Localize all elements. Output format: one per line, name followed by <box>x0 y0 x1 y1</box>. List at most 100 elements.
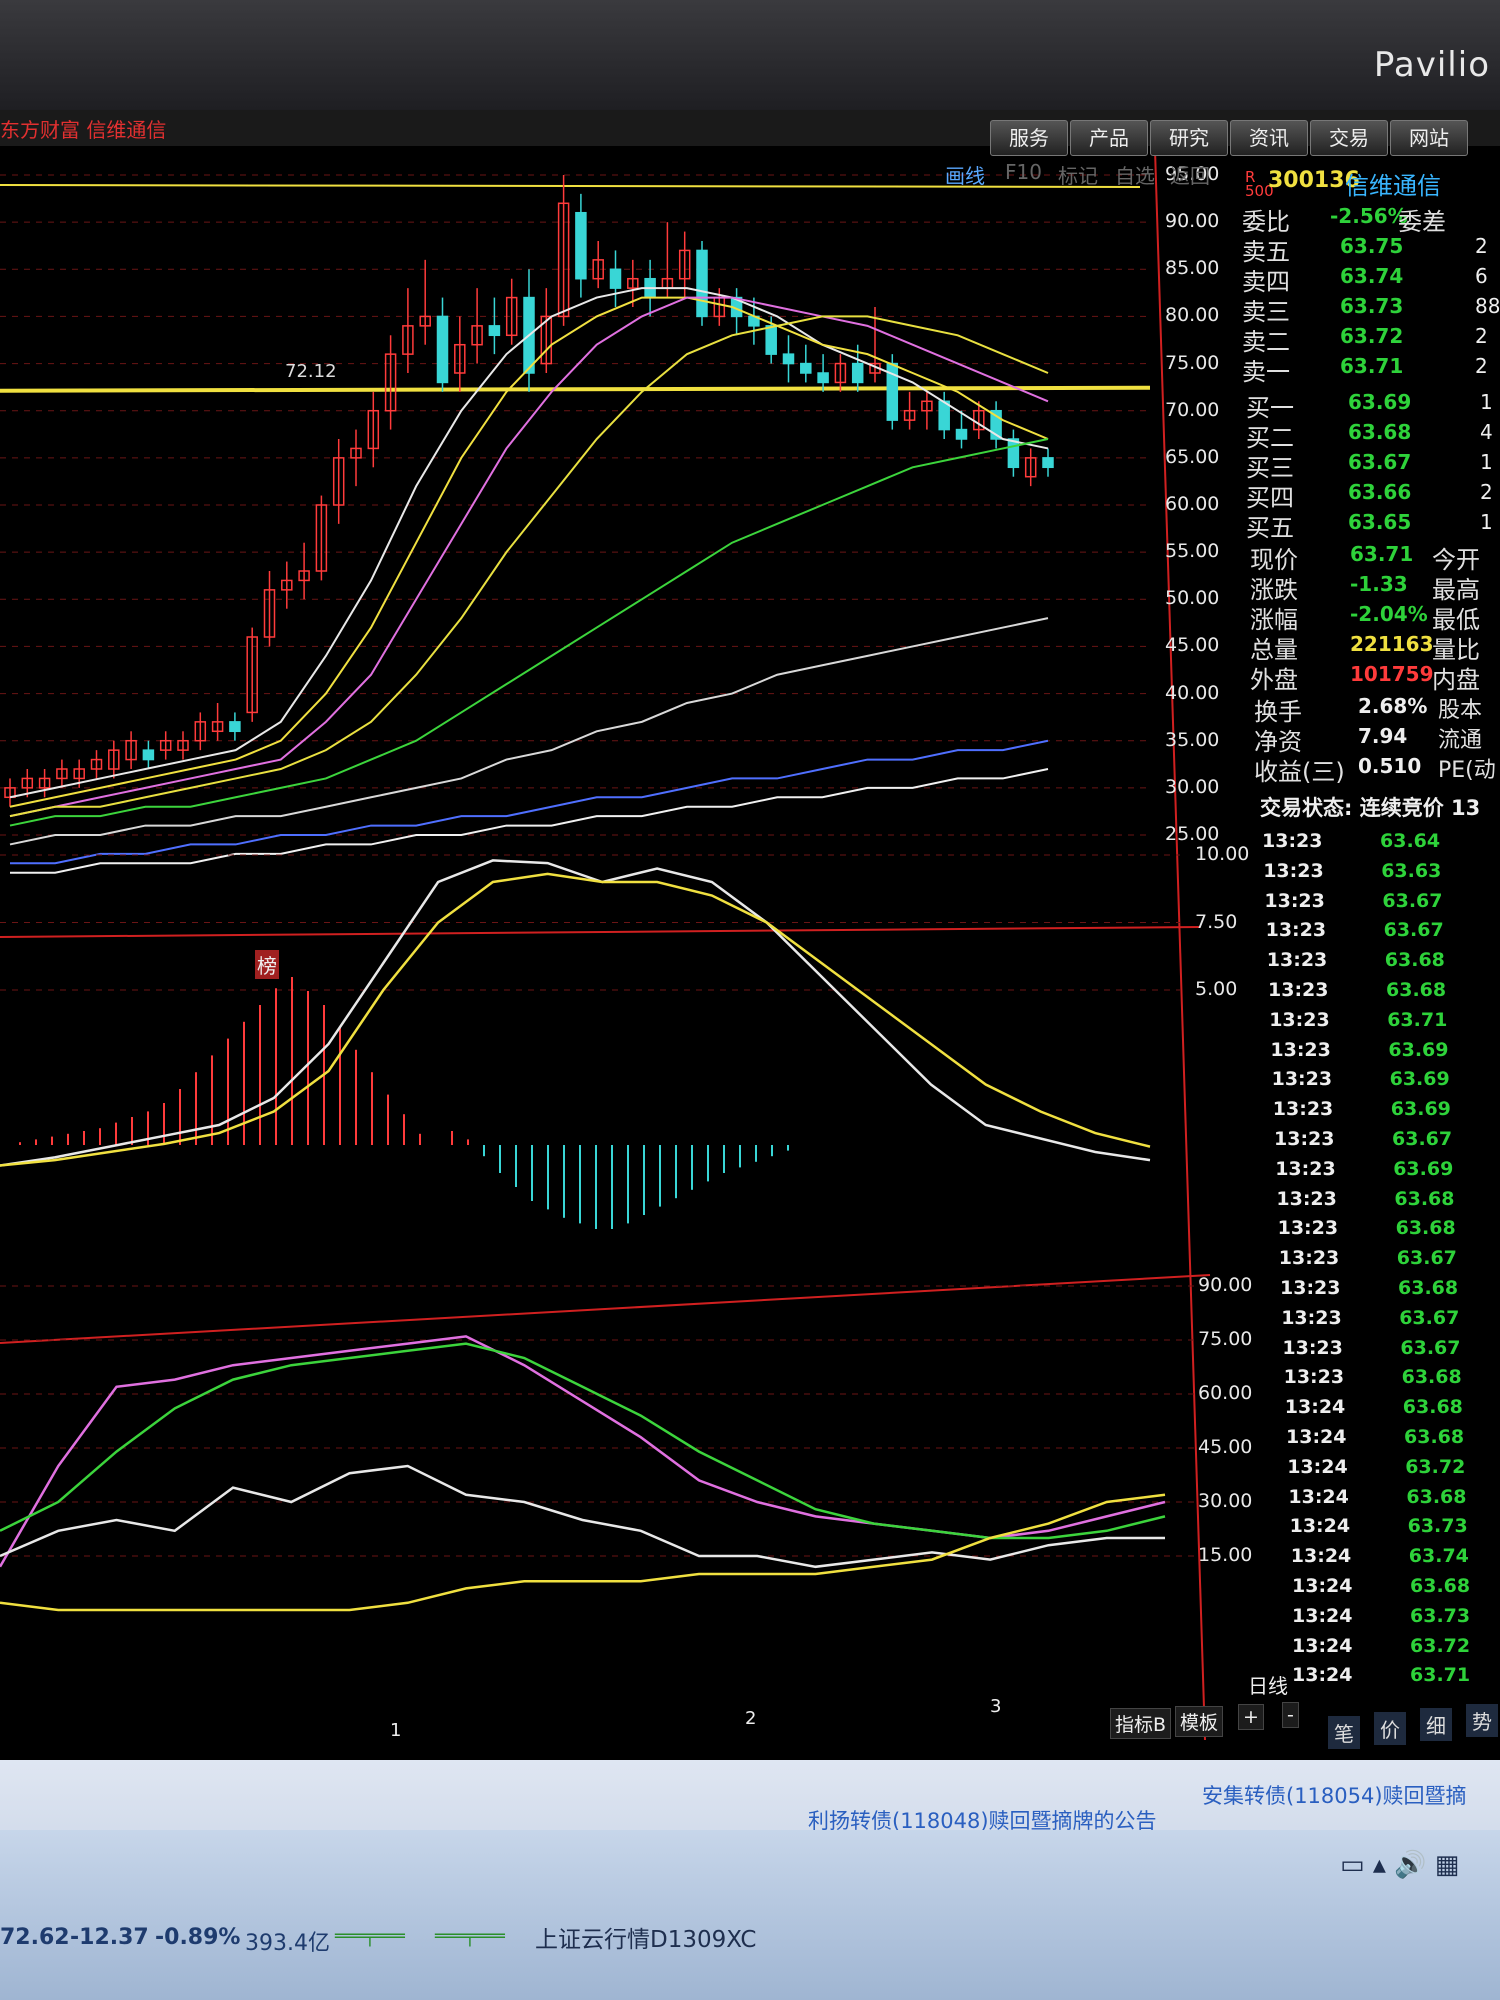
tick-time: 13:24 <box>1292 1664 1353 1687</box>
bid-label-5: 买五 <box>1246 514 1294 542</box>
quote-tab-1[interactable]: 价 <box>1374 1712 1406 1745</box>
index-pct: -0.89% <box>155 1925 241 1950</box>
tick-price: 63.67 <box>1392 1128 1453 1150</box>
candle-body <box>488 325 501 337</box>
tick-price: 63.73 <box>1410 1604 1471 1627</box>
quote-tab-2[interactable]: 细 <box>1420 1708 1452 1741</box>
bid-volume-4: 2 <box>1480 480 1493 504</box>
price-axis-label: 65.00 <box>1165 445 1220 468</box>
tick-price: 63.69 <box>1390 1098 1451 1121</box>
kdj-j-line <box>0 1464 1165 1569</box>
toolbar-item-3[interactable]: 自选 <box>1115 160 1155 189</box>
tick-time: 13:23 <box>1281 1306 1342 1329</box>
indicator-button-3[interactable]: - <box>1282 1702 1299 1728</box>
monitor-brand-logo: Pavilio <box>1373 45 1490 85</box>
tick-price: 63.69 <box>1393 1157 1454 1180</box>
price-axis-label: 25.00 <box>1165 823 1220 845</box>
index-value: 72.62 <box>0 1925 70 1950</box>
tick-time: 13:23 <box>1263 859 1324 882</box>
candle-body <box>229 721 241 733</box>
price-axis-label: 80.00 <box>1165 304 1220 327</box>
bid-price-5: 63.65 <box>1348 510 1412 534</box>
ask-volume-1: 2 <box>1475 354 1488 378</box>
date-marker: 3 <box>990 1696 1002 1717</box>
tick-price: 63.71 <box>1387 1008 1448 1031</box>
kline-chart[interactable] <box>0 150 1240 1740</box>
tick-time: 13:23 <box>1271 1068 1333 1091</box>
ask-price-1: 63.71 <box>1340 354 1404 378</box>
quote-panel: R 500 300136 信维通信 委比 -2.56% 委差 卖五 63.75 2 卖… <box>1240 160 1500 1760</box>
kdj-k-line <box>0 1335 1166 1568</box>
menu-3[interactable]: 资讯 <box>1230 120 1308 156</box>
tick-price: 63.72 <box>1410 1634 1471 1657</box>
stat-value: 221163 <box>1350 632 1434 656</box>
price-axis-label: 45.00 <box>1165 634 1220 657</box>
ask-volume-3: 88 <box>1475 294 1500 318</box>
breadth-indicator-2: ═══╤═══ <box>435 1926 505 1947</box>
kdj-d-line <box>0 1342 1166 1540</box>
tick-time: 13:23 <box>1270 1038 1331 1061</box>
tick-price: 63.64 <box>1380 830 1441 852</box>
tick-time: 13:23 <box>1264 889 1325 912</box>
toolbar-item-1[interactable]: F10 <box>1005 160 1042 184</box>
ticker-text: 上证云行情D1309XC <box>535 1927 757 1953</box>
index-change: -12.37 <box>70 1925 149 1950</box>
toolbar-item-4[interactable]: 返回 <box>1170 160 1210 189</box>
candle-body <box>765 325 777 355</box>
indicator-button-0[interactable]: 指标B <box>1110 1708 1172 1739</box>
tick-price: 63.68 <box>1395 1217 1456 1240</box>
toolbar-item-2[interactable]: 标记 <box>1058 160 1098 189</box>
tick-price: 63.69 <box>1389 1068 1450 1091</box>
bid-volume-5: 1 <box>1480 510 1493 534</box>
macd-dif-line <box>0 859 1151 1167</box>
menu-4[interactable]: 交易 <box>1310 120 1388 156</box>
ask-volume-2: 2 <box>1475 324 1488 348</box>
macd-dea-line <box>0 872 1151 1167</box>
tick-price: 63.68 <box>1384 949 1445 972</box>
tick-price: 63.63 <box>1381 859 1442 882</box>
tick-time: 13:24 <box>1287 1455 1348 1478</box>
tick-time: 13:24 <box>1290 1545 1352 1568</box>
tick-time: 13:23 <box>1275 1157 1336 1180</box>
date-marker: 1 <box>390 1720 402 1741</box>
tick-time: 13:23 <box>1274 1128 1335 1150</box>
menu-5[interactable]: 网站 <box>1390 120 1468 156</box>
stock-name: 信维通信 <box>1345 172 1441 200</box>
candle-body <box>142 749 155 761</box>
ask-price-4: 63.74 <box>1340 264 1404 288</box>
price-axis-label: 50.00 <box>1165 587 1220 610</box>
toolbar-item-0[interactable]: 画线 <box>945 160 985 189</box>
tick-price: 63.67 <box>1383 919 1444 942</box>
news-item[interactable]: 安集转债(118054)赎回暨摘 <box>1202 1780 1467 1810</box>
candle-body <box>609 268 622 289</box>
menu-1[interactable]: 产品 <box>1070 120 1148 156</box>
indicator-button-2[interactable]: + <box>1238 1704 1264 1730</box>
timeframe-label[interactable]: 日线 <box>1248 1670 1288 1699</box>
panel-divider-kdj <box>0 1274 1211 1344</box>
price-axis-label: 60.00 <box>1165 493 1220 515</box>
candle-body <box>1007 438 1020 469</box>
level-label: 72.12 <box>285 360 337 382</box>
weicha-label: 委差 <box>1398 208 1446 236</box>
tick-time: 13:23 <box>1276 1187 1337 1210</box>
tick-price: 63.68 <box>1404 1426 1465 1448</box>
tick-price: 63.74 <box>1408 1545 1469 1568</box>
tick-time: 13:23 <box>1282 1336 1343 1359</box>
tick-price: 63.68 <box>1402 1396 1463 1419</box>
menu-2[interactable]: 研究 <box>1150 120 1228 156</box>
menu-0[interactable]: 服务 <box>990 120 1068 156</box>
tick-time: 13:23 <box>1266 949 1328 972</box>
bid-volume-3: 1 <box>1480 450 1493 474</box>
monitor-bezel <box>0 0 1500 120</box>
ask-volume-5: 2 <box>1475 234 1488 258</box>
quote-tab-3[interactable]: 势 <box>1466 1704 1498 1737</box>
bid-price-3: 63.67 <box>1348 450 1412 474</box>
quote-tab-0[interactable]: 笔 <box>1328 1716 1360 1749</box>
price-axis-label: 35.00 <box>1165 728 1220 751</box>
price-axis-label: 55.00 <box>1165 540 1220 563</box>
candle-body <box>955 428 968 440</box>
r-badge: R 500 <box>1245 168 1274 200</box>
indicator-button-1[interactable]: 模板 <box>1175 1706 1224 1737</box>
tick-time: 13:24 <box>1289 1515 1351 1538</box>
ask-price-2: 63.72 <box>1340 324 1404 348</box>
